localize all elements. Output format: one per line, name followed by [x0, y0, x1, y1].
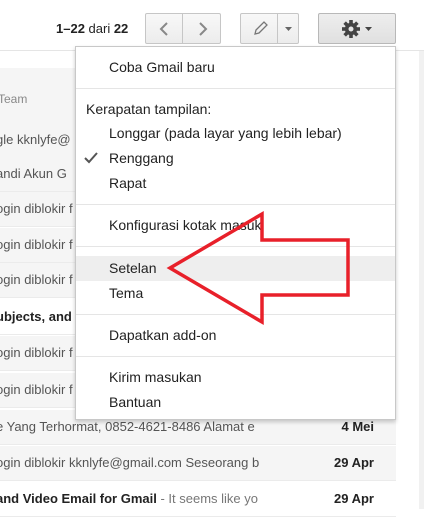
menu-heading-label: Kerapatan tampilan: — [86, 101, 212, 117]
menu-item-settings[interactable]: Setelan — [76, 256, 395, 281]
menu-item-help[interactable]: Bantuan — [76, 390, 395, 415]
caret-down-icon — [365, 27, 372, 31]
menu-separator — [76, 314, 395, 315]
row-subject: e Yang Terhormat, 0852-4621-8486 Alamat … — [0, 419, 255, 434]
table-row[interactable]: and Video Email for Gmail - It seems lik… — [0, 482, 396, 517]
input-tools-dropdown[interactable] — [277, 13, 299, 44]
menu-item-label: Konfigurasi kotak masuk — [109, 217, 262, 233]
chevron-left-icon — [159, 22, 168, 36]
chevron-right-icon — [199, 22, 208, 36]
settings-menu: Coba Gmail baru Kerapatan tampilan: Long… — [75, 46, 396, 420]
column-header: Team — [0, 68, 80, 124]
menu-item-configure-inbox[interactable]: Konfigurasi kotak masuk — [76, 213, 395, 238]
menu-separator — [76, 204, 395, 205]
menu-item-label: Longgar (pada layar yang lebih lebar) — [109, 125, 342, 141]
menu-item-label: Tema — [109, 285, 144, 301]
pagination-info: 1–22 dari 22 — [56, 21, 128, 36]
menu-item-density-cozy[interactable]: Renggang — [76, 146, 395, 171]
column-header-label: Team — [0, 92, 28, 106]
table-row[interactable]: ogin diblokir kknlyfe@gmail.com Seseoran… — [0, 446, 396, 481]
menu-item-get-addons[interactable]: Dapatkan add-on — [76, 323, 395, 348]
menu-item-label: Rapat — [109, 175, 147, 191]
menu-item-density-comfortable[interactable]: Longgar (pada layar yang lebih lebar) — [76, 121, 395, 146]
menu-item-label: Setelan — [109, 260, 157, 276]
menu-item-send-feedback[interactable]: Kirim masukan — [76, 365, 395, 390]
row-date: 29 Apr — [334, 491, 374, 506]
caret-down-icon — [285, 27, 292, 31]
menu-separator — [76, 88, 395, 89]
menu-item-label: Renggang — [109, 150, 174, 166]
pager-of: dari — [84, 21, 114, 36]
menu-item-label: Kirim masukan — [109, 369, 202, 385]
row-date: 4 Mei — [341, 419, 374, 434]
checkmark-icon — [84, 152, 98, 164]
toolbar: 1–22 dari 22 — [0, 0, 424, 50]
row-subject-text: and Video Email for Gmail — [0, 491, 157, 506]
input-tools-button[interactable] — [240, 13, 278, 44]
scrollbar[interactable] — [419, 51, 424, 509]
settings-gear-button[interactable] — [318, 13, 396, 44]
older-button[interactable] — [182, 13, 221, 44]
pager-total: 22 — [113, 21, 129, 36]
row-subject: and Video Email for Gmail - It seems lik… — [0, 491, 278, 506]
density-heading: Kerapatan tampilan: — [76, 97, 395, 122]
menu-item-themes[interactable]: Tema — [76, 281, 395, 306]
pager-range: 1–22 — [56, 21, 85, 36]
menu-item-density-compact[interactable]: Rapat — [76, 171, 395, 196]
menu-item-label: Dapatkan add-on — [109, 327, 217, 343]
row-snippet: - It seems like yo — [156, 491, 258, 506]
menu-item-label: Coba Gmail baru — [109, 59, 215, 75]
gear-icon — [342, 20, 372, 38]
row-subject: ogin diblokir kknlyfe@gmail.com Seseoran… — [0, 455, 260, 470]
menu-item-label: Bantuan — [109, 394, 162, 410]
menu-separator — [76, 246, 395, 247]
pencil-icon — [254, 21, 268, 35]
menu-item-try-new-gmail[interactable]: Coba Gmail baru — [76, 55, 395, 80]
row-date: 29 Apr — [334, 455, 374, 470]
menu-separator — [76, 356, 395, 357]
newer-button[interactable] — [145, 13, 183, 44]
